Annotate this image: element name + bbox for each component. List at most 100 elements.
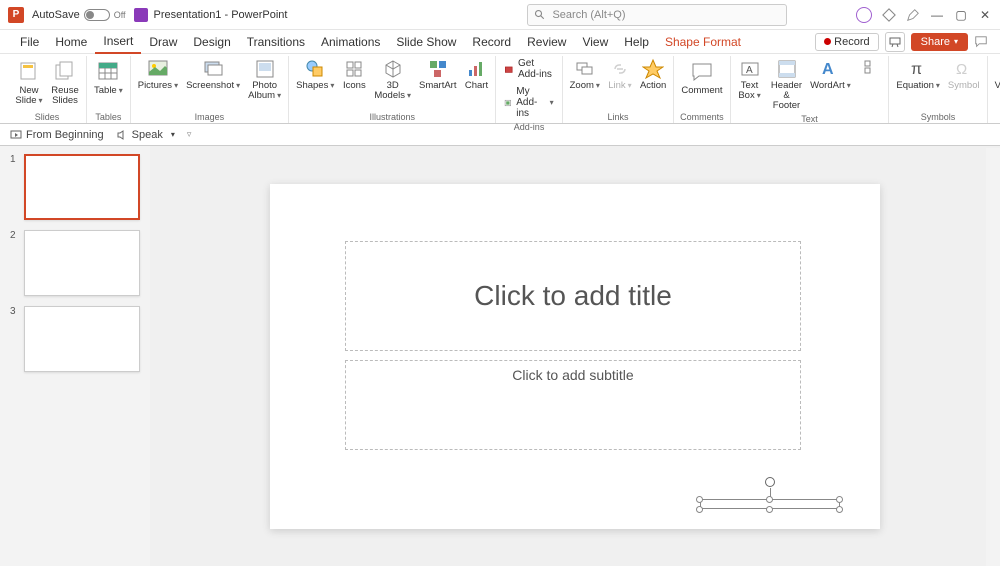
resize-handle[interactable]: [696, 496, 703, 503]
thumbnail-3[interactable]: 3: [10, 306, 140, 372]
tab-slideshow[interactable]: Slide Show: [388, 31, 464, 53]
get-addins-button[interactable]: Get Add-ins: [500, 56, 557, 82]
comments-pane-icon[interactable]: [974, 35, 988, 49]
tab-design[interactable]: Design: [185, 31, 238, 53]
screenshot-icon: [202, 58, 224, 80]
screenshot-button[interactable]: Screenshot: [183, 56, 243, 93]
textbox-icon: A: [739, 58, 761, 80]
chart-button[interactable]: Chart: [461, 56, 491, 93]
group-text: ATextBox Header& Footer AWordArt Text: [731, 56, 890, 123]
resize-handle[interactable]: [766, 496, 773, 503]
tab-record[interactable]: Record: [464, 31, 519, 53]
title-placeholder[interactable]: Click to add title: [345, 241, 801, 351]
ribbon-tabs: File Home Insert Draw Design Transitions…: [0, 30, 1000, 54]
selected-shape[interactable]: [700, 477, 840, 497]
tab-home[interactable]: Home: [47, 31, 95, 53]
header-icon: [776, 58, 798, 80]
record-button[interactable]: Record: [815, 33, 878, 51]
album-icon: [254, 58, 276, 80]
slide-canvas[interactable]: Click to add title Click to add subtitle: [270, 184, 880, 529]
speak-icon: [116, 129, 128, 141]
chart-icon: [465, 58, 487, 80]
tab-insert[interactable]: Insert: [95, 30, 141, 54]
tab-view[interactable]: View: [574, 31, 616, 53]
pictures-button[interactable]: Pictures: [135, 56, 181, 93]
customize-qat[interactable]: ▿: [187, 129, 192, 140]
toggle-icon[interactable]: [84, 9, 110, 21]
wordart-button[interactable]: AWordArt: [808, 56, 852, 93]
search-icon: [534, 9, 546, 21]
svg-text:π: π: [911, 61, 922, 78]
tab-draw[interactable]: Draw: [141, 31, 185, 53]
new-slide-button[interactable]: NewSlide: [12, 56, 46, 108]
video-button[interactable]: Video: [992, 56, 1000, 93]
titlebar: P AutoSave Off Presentation1 - PowerPoin…: [0, 0, 1000, 30]
tab-file[interactable]: File: [12, 31, 47, 53]
reuse-slides-button[interactable]: ReuseSlides: [48, 56, 82, 108]
tab-shape-format[interactable]: Shape Format: [657, 31, 749, 53]
search-input[interactable]: Search (Alt+Q): [527, 4, 787, 26]
diamond-icon[interactable]: [882, 8, 896, 22]
wordart-icon: A: [819, 58, 841, 80]
textbox-button[interactable]: ATextBox: [735, 56, 765, 103]
smartart-button[interactable]: SmartArt: [416, 56, 459, 93]
from-beginning-button[interactable]: From Beginning: [10, 129, 104, 141]
3d-models-button[interactable]: 3DModels: [371, 56, 414, 103]
symbol-button[interactable]: ΩSymbol: [945, 56, 983, 93]
autosave-toggle[interactable]: AutoSave Off: [32, 9, 126, 21]
autosave-label: AutoSave: [32, 9, 80, 21]
close-button[interactable]: ✕: [978, 8, 992, 22]
group-slides: NewSlide ReuseSlides Slides: [8, 56, 87, 123]
tab-help[interactable]: Help: [616, 31, 657, 53]
thumbnail-1[interactable]: 1: [10, 154, 140, 220]
maximize-button[interactable]: ▢: [954, 8, 968, 22]
minimize-button[interactable]: —: [930, 8, 944, 22]
thumbnail-slide[interactable]: [24, 306, 140, 372]
resize-handle[interactable]: [766, 506, 773, 513]
resize-handle[interactable]: [836, 506, 843, 513]
tab-animations[interactable]: Animations: [313, 31, 388, 53]
sub-ribbon: From Beginning Speak▾ ▿: [0, 124, 1000, 146]
shapes-button[interactable]: Shapes: [293, 56, 337, 93]
svg-text:A: A: [822, 61, 834, 78]
thumbnail-2[interactable]: 2: [10, 230, 140, 296]
tab-transitions[interactable]: Transitions: [239, 31, 313, 53]
cube-icon: [382, 58, 404, 80]
powerpoint-icon: P: [8, 7, 24, 23]
pen-icon[interactable]: [906, 8, 920, 22]
present-mode-button[interactable]: [885, 32, 905, 52]
more-icon: [858, 58, 880, 80]
comment-button[interactable]: Comment: [678, 56, 725, 98]
share-button[interactable]: Share▾: [911, 33, 968, 51]
store-icon: [504, 62, 514, 76]
action-button[interactable]: Action: [637, 56, 669, 93]
header-footer-button[interactable]: Header& Footer: [767, 56, 807, 113]
resize-handle[interactable]: [836, 496, 843, 503]
thumbnail-slide[interactable]: [24, 230, 140, 296]
action-icon: [642, 58, 664, 80]
group-symbols: πEquation ΩSymbol Symbols: [889, 56, 987, 123]
rotation-handle[interactable]: [765, 477, 775, 487]
slide-canvas-area[interactable]: Click to add title Click to add subtitle: [150, 146, 1000, 566]
thumbnail-slide[interactable]: [24, 154, 140, 220]
equation-button[interactable]: πEquation: [893, 56, 943, 93]
subtitle-placeholder[interactable]: Click to add subtitle: [345, 360, 801, 450]
link-button[interactable]: Link: [605, 56, 635, 93]
icons-button[interactable]: Icons: [339, 56, 369, 93]
photo-album-button[interactable]: PhotoAlbum: [245, 56, 284, 103]
addins-icon: [504, 96, 512, 110]
tab-review[interactable]: Review: [519, 31, 574, 53]
text-more-button[interactable]: [854, 56, 884, 83]
comment-icon: [688, 58, 716, 86]
group-addins: Get Add-ins My Add-ins Add-ins: [496, 56, 562, 123]
my-addins-button[interactable]: My Add-ins: [500, 84, 557, 121]
slide-thumbnails: 1 2 3: [0, 146, 150, 566]
table-button[interactable]: Table: [91, 56, 126, 98]
resize-handle[interactable]: [696, 506, 703, 513]
save-icon[interactable]: [134, 8, 148, 22]
vertical-scrollbar[interactable]: [986, 148, 1000, 566]
symbol-icon: Ω: [953, 58, 975, 80]
user-avatar[interactable]: [856, 7, 872, 23]
speak-button[interactable]: Speak▾: [116, 129, 175, 141]
zoom-button[interactable]: Zoom: [567, 56, 603, 93]
